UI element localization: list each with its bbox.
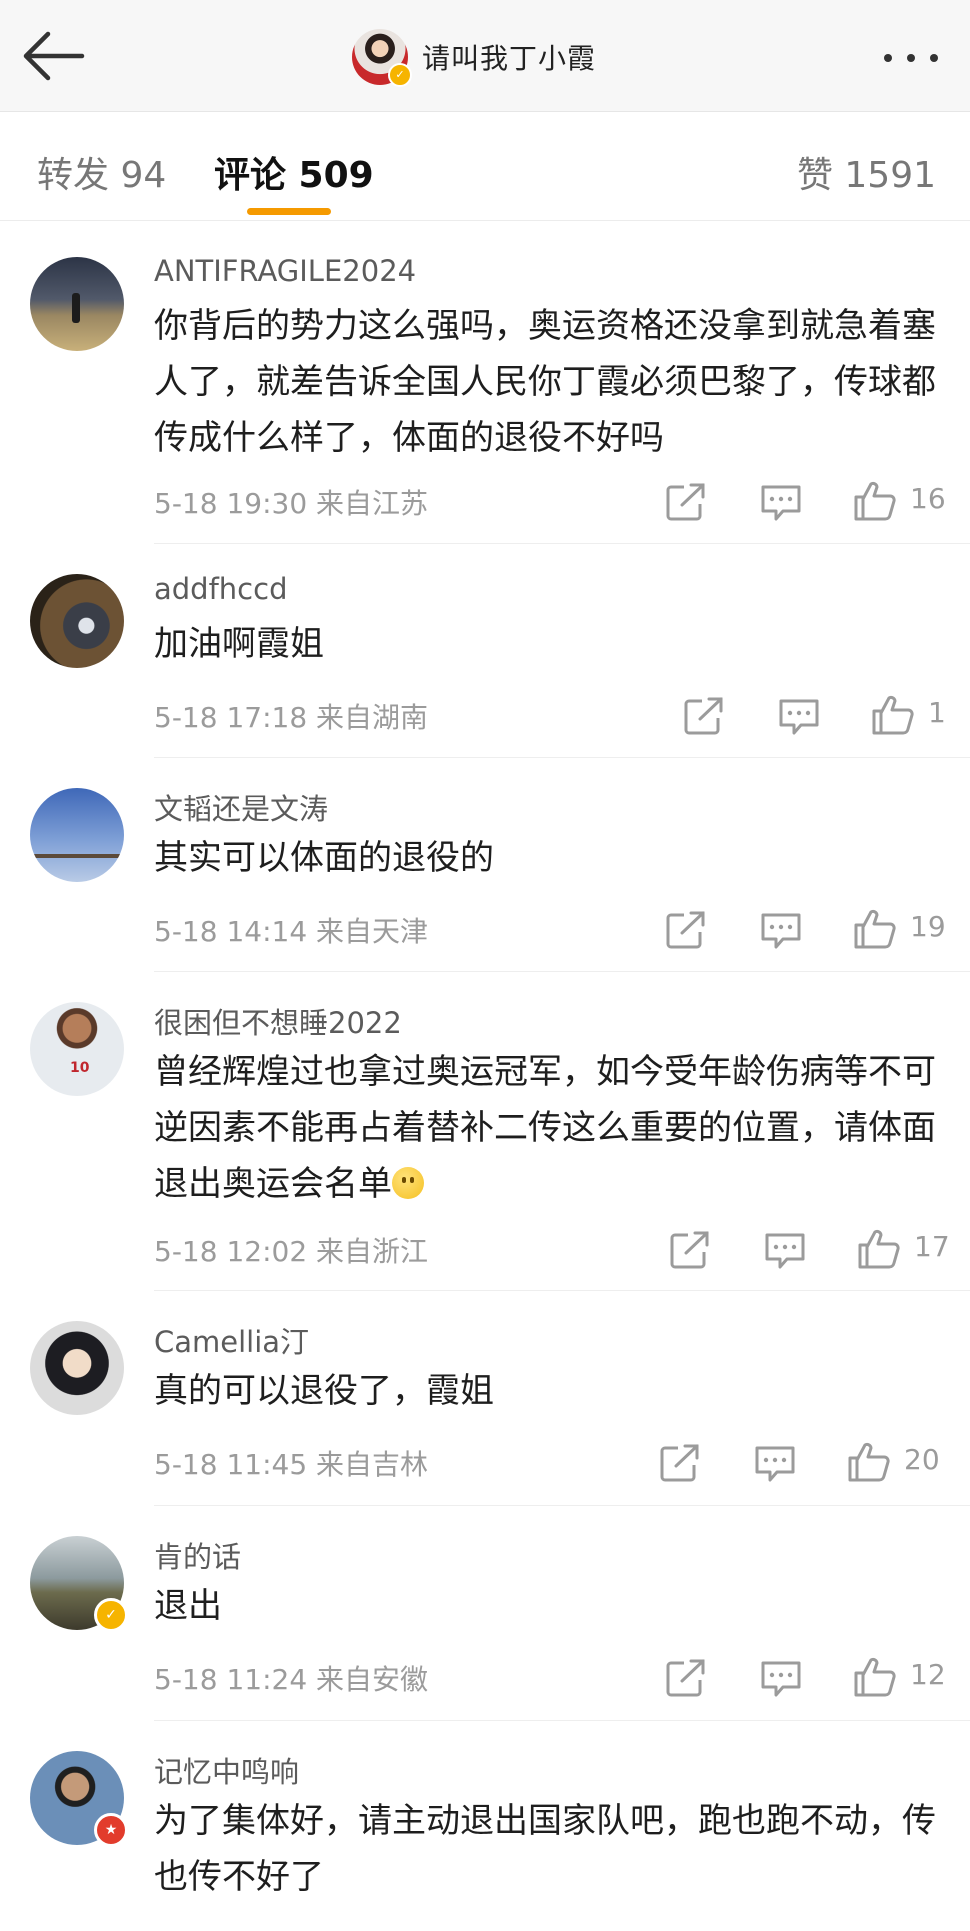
- comment-item: ANTIFRAGILE2024 你背后的势力这么强吗，奥运资格还没拿到就急着塞人…: [0, 234, 970, 544]
- tab-likes[interactable]: 赞 1591: [797, 146, 936, 198]
- verified-badge-icon: ✓: [388, 63, 412, 87]
- share-icon[interactable]: [664, 909, 710, 951]
- header-avatar[interactable]: ✓: [352, 29, 412, 87]
- comment-time: 5-18 11:45: [154, 1448, 308, 1481]
- like-thumb-icon[interactable]: [852, 480, 898, 522]
- comment-location: 来自吉林: [316, 1448, 429, 1481]
- avatar[interactable]: [30, 1321, 124, 1415]
- comment-time: 5-18 14:14: [154, 915, 308, 948]
- comment-item: 文韬还是文涛 其实可以体面的退役的 5-18 14:14 来自天津 19: [0, 758, 970, 972]
- like-count: 16: [910, 482, 946, 515]
- comment-location: 来自湖南: [316, 701, 429, 734]
- like-thumb-icon[interactable]: [852, 1656, 898, 1698]
- comment-location: 来自江苏: [316, 487, 429, 520]
- more-dots-icon[interactable]: [880, 40, 942, 76]
- comment-author[interactable]: ANTIFRAGILE2024: [154, 254, 416, 288]
- comment-meta: 5-18 12:02 来自浙江: [154, 1230, 428, 1270]
- share-icon[interactable]: [668, 1229, 714, 1271]
- avatar[interactable]: 10: [30, 1002, 124, 1096]
- avatar-bridge: [30, 854, 124, 858]
- comment-location: 来自安徽: [316, 1663, 429, 1696]
- comment-text: 你背后的势力这么强吗，奥运资格还没拿到就急着塞人了，就差告诉全国人民你丁霞必须巴…: [154, 306, 936, 458]
- comment-author[interactable]: Camellia汀: [154, 1319, 309, 1361]
- comment-text: 退出: [154, 1586, 222, 1626]
- like-count: 19: [910, 910, 946, 943]
- comment-meta: 5-18 17:18 来自湖南: [154, 696, 428, 736]
- avatar[interactable]: [30, 574, 124, 668]
- comment-author[interactable]: 肯的话: [154, 1534, 241, 1576]
- comment-item: addfhccd 加油啊霞姐 5-18 17:18 来自湖南 1: [0, 544, 970, 758]
- comment-text: 为了集体好，请主动退出国家队吧，跑也跑不动，传也传不好了: [154, 1801, 936, 1897]
- active-tab-indicator: [247, 208, 331, 215]
- tab-repost[interactable]: 转发 94: [37, 146, 166, 198]
- share-icon[interactable]: [664, 1657, 710, 1699]
- comment-icon[interactable]: [758, 482, 804, 524]
- avatar[interactable]: [30, 788, 124, 882]
- page-title: 请叫我丁小霞: [422, 42, 597, 75]
- comment-author[interactable]: 文韬还是文涛: [154, 786, 328, 828]
- comment-location: 来自天津: [316, 915, 429, 948]
- like-count: 12: [910, 1658, 946, 1691]
- comment-item: Camellia汀 真的可以退役了，霞姐 5-18 11:45 来自吉林 20: [0, 1291, 970, 1505]
- comment-icon[interactable]: [776, 696, 822, 738]
- verified-badge-icon: ✓: [94, 1598, 128, 1632]
- comment-meta: 5-18 14:14 来自天津: [154, 910, 428, 950]
- like-thumb-icon[interactable]: [856, 1228, 902, 1270]
- comment-author[interactable]: 记忆中鸣响: [154, 1749, 299, 1791]
- share-icon[interactable]: [664, 481, 710, 523]
- comment-meta: 5-18 11:24 来自安徽: [154, 1658, 428, 1698]
- comment-text: 真的可以退役了，霞姐: [154, 1371, 494, 1411]
- avatar[interactable]: ✓: [30, 1536, 128, 1632]
- comment-icon[interactable]: [762, 1230, 808, 1272]
- comment-item: ✓ 肯的话 退出 5-18 11:24 来自安徽 12: [0, 1506, 970, 1720]
- like-count: 1: [928, 696, 946, 729]
- share-icon[interactable]: [682, 695, 728, 737]
- tab-comments[interactable]: 评论 509: [214, 146, 374, 198]
- like-thumb-icon[interactable]: [870, 694, 916, 736]
- comment-time: 5-18 12:02: [154, 1235, 308, 1268]
- comment-author[interactable]: addfhccd: [154, 572, 287, 606]
- like-thumb-icon[interactable]: [846, 1441, 892, 1483]
- comment-icon[interactable]: [758, 1658, 804, 1700]
- top-bar: ✓ 请叫我丁小霞: [0, 0, 970, 112]
- comment-text: 其实可以体面的退役的: [154, 838, 494, 878]
- like-count: 20: [904, 1443, 940, 1476]
- avatar[interactable]: [30, 257, 124, 351]
- comment-item: 10 很困但不想睡2022 曾经辉煌过也拿过奥运冠军，如今受年龄伤病等不可逆因素…: [0, 972, 970, 1290]
- like-thumb-icon[interactable]: [852, 908, 898, 950]
- profile-title[interactable]: ✓ 请叫我丁小霞: [352, 28, 597, 87]
- avatar-jersey: 10: [70, 1060, 90, 1076]
- comment-text-body: 曾经辉煌过也拿过奥运冠军，如今受年龄伤病等不可逆因素不能再占着替补二传这么重要的…: [154, 1052, 936, 1204]
- comment-icon[interactable]: [758, 910, 804, 952]
- comment-text: 曾经辉煌过也拿过奥运冠军，如今受年龄伤病等不可逆因素不能再占着替补二传这么重要的…: [154, 1044, 944, 1212]
- star-badge-icon: ★: [94, 1813, 128, 1847]
- comment-text: 加油啊霞姐: [154, 624, 324, 664]
- smile-emoji-icon: [392, 1167, 424, 1199]
- share-icon[interactable]: [658, 1442, 704, 1484]
- comment-meta: 5-18 11:45 来自吉林: [154, 1443, 428, 1483]
- comment-author[interactable]: 很困但不想睡2022: [154, 1000, 402, 1042]
- comment-meta: 5-18 19:30 来自江苏: [154, 482, 428, 522]
- comment-time: 5-18 19:30: [154, 487, 308, 520]
- comment-icon[interactable]: [752, 1443, 798, 1485]
- avatar[interactable]: ★: [30, 1751, 128, 1847]
- comment-time: 5-18 11:24: [154, 1663, 308, 1696]
- avatar-figure: [72, 293, 80, 323]
- tab-bar: 转发 94 评论 509 赞 1591: [0, 112, 970, 221]
- comment-location: 来自浙江: [316, 1235, 429, 1268]
- comment-item: ★ 记忆中鸣响 为了集体好，请主动退出国家队吧，跑也跑不动，传也传不好了: [0, 1721, 970, 1931]
- comment-time: 5-18 17:18: [154, 701, 308, 734]
- back-arrow-icon[interactable]: [18, 28, 88, 84]
- like-count: 17: [914, 1230, 950, 1263]
